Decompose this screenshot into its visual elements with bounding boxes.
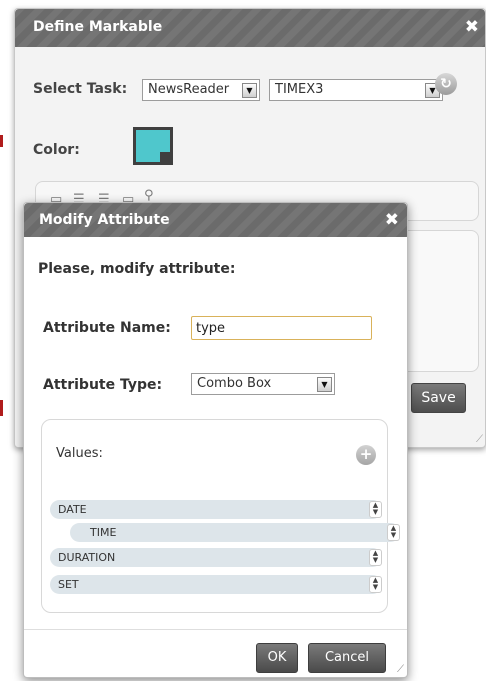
edge-mark [0, 400, 3, 416]
value-label: TIME [90, 526, 117, 539]
sort-spinner-icon[interactable]: ▲ ▼ [369, 549, 382, 566]
task-select[interactable]: NewsReader ▼ [142, 79, 260, 101]
attribute-type-select[interactable]: Combo Box ▼ [191, 373, 335, 395]
task-select-value: NewsReader [148, 82, 230, 97]
close-icon[interactable]: ✖ [385, 210, 399, 230]
dialog-prompt: Please, modify attribute: [38, 261, 236, 277]
color-label: Color: [33, 142, 80, 158]
value-item[interactable]: SET ▲ ▼ [50, 575, 382, 594]
attribute-name-label: Attribute Name: [43, 320, 171, 336]
resize-handle-icon[interactable]: ⟋ [397, 664, 404, 675]
dialog-title: Define Markable [33, 19, 163, 35]
dialog-titlebar[interactable]: Modify Attribute ✖ [24, 203, 407, 237]
markable-select-value: TIMEX3 [275, 82, 324, 97]
values-label: Values: [56, 446, 103, 461]
markable-select[interactable]: TIMEX3 ▼ [269, 79, 443, 101]
add-value-icon[interactable]: + [356, 445, 376, 465]
footer-divider [24, 629, 407, 630]
color-swatch[interactable] [133, 127, 173, 165]
dropdown-arrow-icon[interactable]: ▼ [317, 377, 332, 392]
sort-spinner-icon[interactable]: ▲ ▼ [387, 524, 400, 541]
edge-mark [0, 135, 3, 147]
value-item[interactable]: TIME ▲ ▼ [70, 523, 400, 542]
dialog-title: Modify Attribute [39, 212, 170, 228]
value-item[interactable]: DURATION ▲ ▼ [50, 548, 382, 567]
value-item[interactable]: DATE ▲ ▼ [50, 500, 382, 519]
save-button[interactable]: Save [411, 383, 466, 413]
values-panel: Values: + DATE ▲ ▼ TIME ▲ ▼ DURATION ▲ ▼ SE… [41, 419, 400, 613]
tag-icon[interactable]: ⚲ [144, 188, 154, 203]
value-label: DURATION [58, 551, 116, 564]
ok-button[interactable]: OK [256, 643, 298, 673]
close-icon[interactable]: ✖ [465, 17, 479, 37]
resize-handle-icon[interactable]: ⟋ [476, 434, 483, 445]
refresh-icon[interactable]: ↻ [435, 73, 457, 95]
value-label: DATE [58, 503, 87, 516]
cancel-button[interactable]: Cancel [308, 643, 386, 673]
sort-spinner-icon[interactable]: ▲ ▼ [369, 576, 382, 593]
dialog-titlebar[interactable]: Define Markable ✖ [15, 9, 485, 47]
attribute-type-value: Combo Box [197, 376, 272, 391]
sort-spinner-icon[interactable]: ▲ ▼ [369, 501, 382, 518]
dropdown-arrow-icon[interactable]: ▼ [242, 83, 257, 98]
value-label: SET [58, 578, 79, 591]
select-task-label: Select Task: [33, 81, 128, 97]
attribute-type-label: Attribute Type: [43, 377, 163, 393]
attribute-name-input[interactable] [191, 316, 372, 340]
modify-attribute-dialog: Modify Attribute ✖ Please, modify attrib… [23, 202, 408, 678]
